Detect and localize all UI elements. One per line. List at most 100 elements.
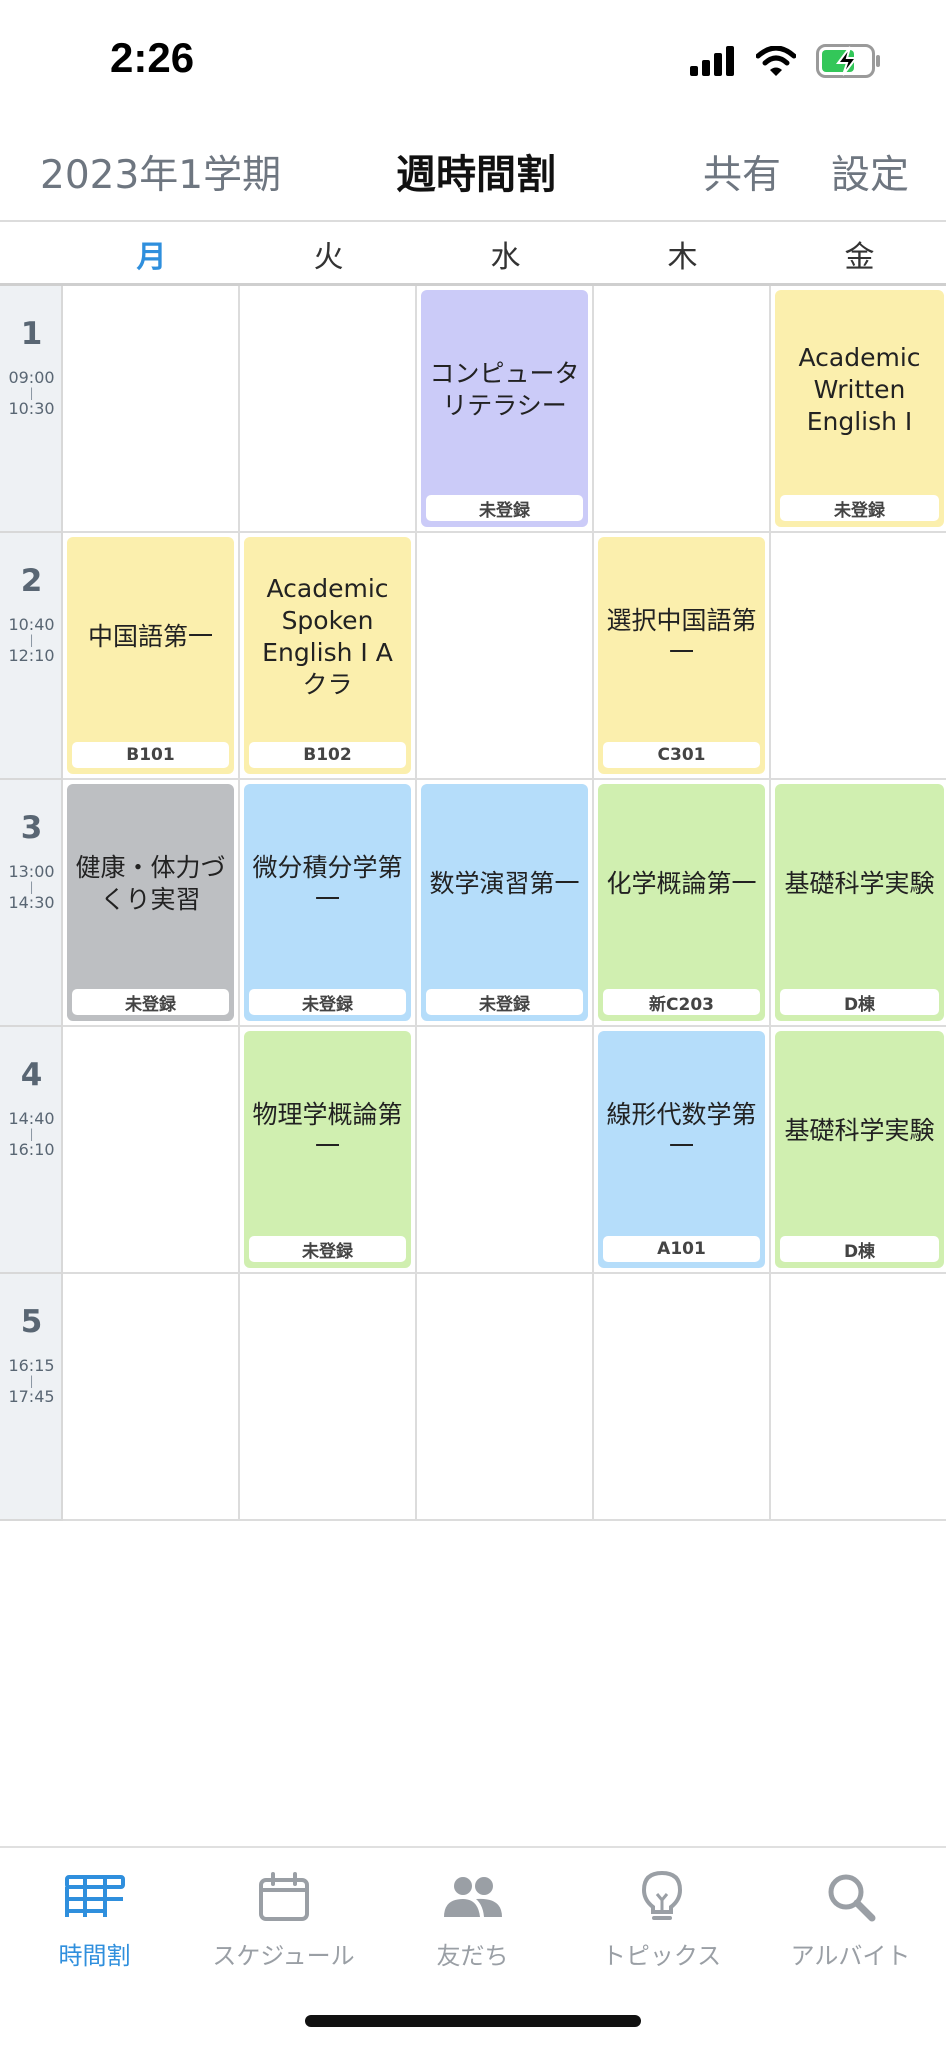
period-number: 5 [20,1304,43,1340]
empty-cell[interactable] [417,1027,594,1274]
course-card[interactable]: Academic Written English I 未登録 [775,290,944,527]
timetable-cell[interactable]: 線形代数学第一 A101 [594,1027,771,1274]
friends-icon [442,1864,504,1930]
timetable-cell[interactable]: 化学概論第一 新C203 [594,780,771,1027]
home-indicator[interactable] [305,2015,641,2027]
period-end-time: 10:30 [8,399,55,418]
period-start-time: 09:00 [8,368,55,387]
empty-cell[interactable] [417,1274,594,1521]
day-mon: 月 [136,240,167,275]
course-card[interactable]: 数学演習第一 未登録 [421,784,588,1021]
tab-friends[interactable]: 友だち [378,1864,567,1984]
tab-parttime[interactable]: アルバイト [756,1864,945,1984]
share-button[interactable]: 共有 [703,144,781,200]
period-4: 4 14:40 | 16:10 [0,1027,63,1274]
search-icon [826,1864,876,1930]
period-start-time: 13:00 [8,862,55,881]
timetable-cell[interactable]: 基礎科学実験 D棟 [771,780,946,1027]
status-bar: 2:26 [0,0,946,120]
period-number: 2 [20,563,43,599]
timetable-cell[interactable]: 健康・体力づくり実習 未登録 [63,780,240,1027]
lightbulb-icon [641,1864,683,1930]
course-card[interactable]: 中国語第一 B101 [67,537,234,774]
course-room: B102 [249,742,406,768]
course-name: 微分積分学第一 [252,852,403,914]
status-time: 2:26 [110,34,195,81]
period-2: 2 10:40 | 12:10 [0,533,63,780]
page-title: 週時間割 [396,152,556,198]
empty-cell[interactable] [594,1274,771,1521]
day-tue: 火 [313,240,344,275]
course-card[interactable]: 線形代数学第一 A101 [598,1031,765,1268]
tab-topics[interactable]: トピックス [567,1864,756,1984]
course-card[interactable]: 微分積分学第一 未登録 [244,784,411,1021]
timetable-icon [64,1864,125,1930]
term-selector[interactable]: 2023年1学期 [40,144,281,200]
status-icons [690,44,882,78]
empty-cell[interactable] [63,1027,240,1274]
empty-cell[interactable] [63,1274,240,1521]
course-card[interactable]: 健康・体力づくり実習 未登録 [67,784,234,1021]
course-card[interactable]: Academic Spoken English I A クラ B102 [244,537,411,774]
period-start-time: 16:15 [8,1356,55,1375]
period-column: 1 09:00 | 10:30 2 10:40 | 12:10 3 13:00 … [0,286,63,1521]
course-card[interactable]: コンピュータリテラシー 未登録 [421,290,588,527]
period-number: 4 [20,1057,43,1093]
empty-cell[interactable] [417,533,594,780]
empty-cell[interactable] [771,1274,946,1521]
period-5: 5 16:15 | 17:45 [0,1274,63,1521]
screen: 2:26 2023年1学期 週時間割 共有 設定 月 火 水 木 金 1 09:… [0,0,946,2048]
course-room: 未登録 [426,495,583,521]
course-card[interactable]: 化学概論第一 新C203 [598,784,765,1021]
course-room: 未登録 [780,495,939,521]
timetable-cell[interactable]: 数学演習第一 未登録 [417,780,594,1027]
course-card[interactable]: 基礎科学実験 D棟 [775,1031,944,1268]
weekday-header: 月 火 水 木 金 [0,222,946,286]
course-name: 線形代数学第一 [606,1099,757,1161]
course-name: 健康・体力づくり実習 [75,852,226,914]
period-number: 3 [20,810,43,846]
course-room: B101 [72,742,229,768]
course-card[interactable]: 物理学概論第一 未登録 [244,1031,411,1268]
course-card[interactable]: 選択中国語第一 C301 [598,537,765,774]
timetable-cell[interactable]: 選択中国語第一 C301 [594,533,771,780]
timetable-cell[interactable]: Academic Written English I 未登録 [771,286,946,533]
tab-schedule[interactable]: スケジュール [189,1864,378,1984]
settings-button[interactable]: 設定 [831,144,909,200]
course-name: Academic Written English I [798,342,921,436]
course-name: Academic Spoken English I A クラ [262,573,393,699]
course-room: A101 [603,1236,760,1262]
course-name: 化学概論第一 [606,868,757,898]
course-name: 中国語第一 [87,621,213,651]
empty-cell[interactable] [240,1274,417,1521]
tab-label: アルバイト [790,1942,911,1970]
timetable-cell[interactable]: 微分積分学第一 未登録 [240,780,417,1027]
course-room: 未登録 [426,989,583,1015]
period-start-time: 14:40 [8,1109,55,1128]
period-separator: | [29,1374,34,1388]
empty-cell[interactable] [594,286,771,533]
empty-cell[interactable] [63,286,240,533]
calendar-icon [258,1864,310,1930]
course-room: 未登録 [249,989,406,1015]
course-name: 基礎科学実験 [784,1115,935,1145]
tab-label: 友だち [436,1942,509,1970]
course-card[interactable]: 基礎科学実験 D棟 [775,784,944,1021]
empty-cell[interactable] [771,533,946,780]
period-end-time: 16:10 [8,1140,55,1159]
period-separator: | [29,880,34,894]
wifi-icon [756,46,796,76]
course-room: 新C203 [603,989,760,1015]
timetable-cell[interactable]: Academic Spoken English I A クラ B102 [240,533,417,780]
timetable-cell[interactable]: 物理学概論第一 未登録 [240,1027,417,1274]
timetable-cell[interactable]: 基礎科学実験 D棟 [771,1027,946,1274]
course-room: D棟 [780,1236,939,1262]
tab-label: 時間割 [58,1942,131,1970]
cellular-signal-icon [690,46,734,76]
timetable-cell[interactable]: 中国語第一 B101 [63,533,240,780]
timetable-cell[interactable]: コンピュータリテラシー 未登録 [417,286,594,533]
tab-timetable[interactable]: 時間割 [0,1864,189,1984]
course-room: D棟 [780,989,939,1015]
empty-cell[interactable] [240,286,417,533]
course-name: コンピュータリテラシー [429,358,580,420]
